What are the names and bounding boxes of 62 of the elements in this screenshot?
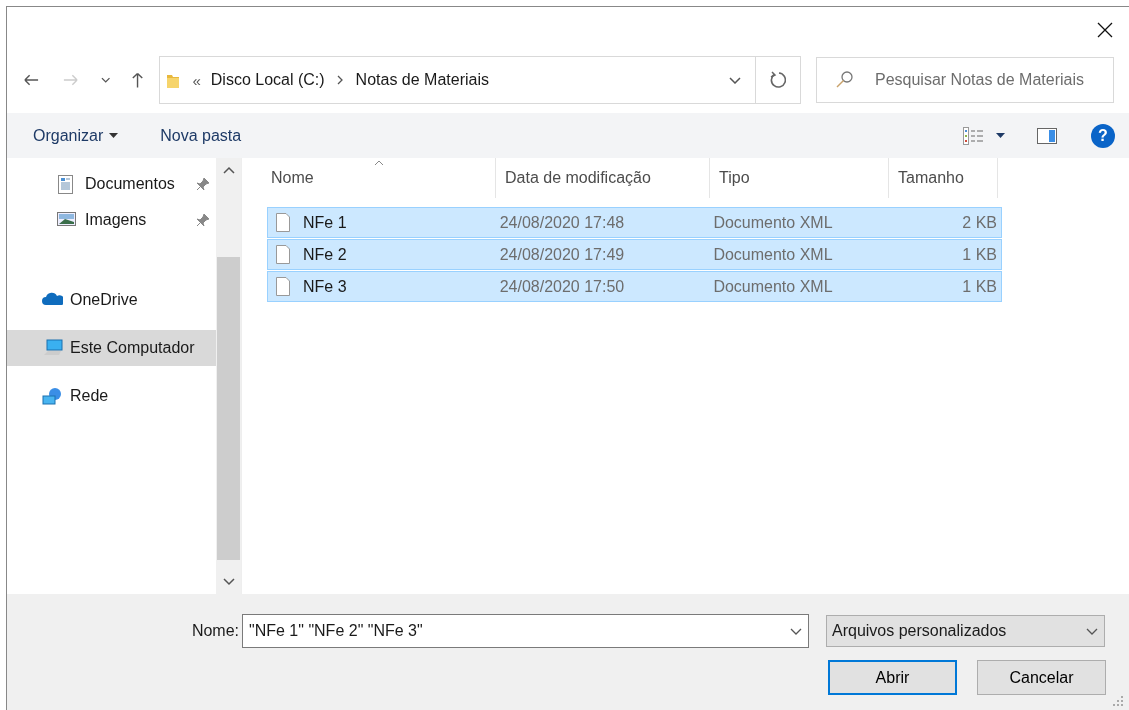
file-date: 24/08/2020 17:48 xyxy=(498,212,626,233)
file-icon xyxy=(276,213,290,232)
file-name: NFe 3 xyxy=(303,277,347,296)
file-type: Documento XML xyxy=(712,212,834,233)
chevron-down-icon[interactable] xyxy=(790,627,802,635)
open-button[interactable]: Abrir xyxy=(828,660,957,695)
file-date: 24/08/2020 17:49 xyxy=(498,244,626,265)
caret-icon xyxy=(109,133,119,138)
file-name: NFe 2 xyxy=(303,245,347,264)
sidebar-item[interactable]: OneDrive xyxy=(7,282,216,318)
file-size: 2 KB xyxy=(961,212,998,233)
scrollbar[interactable] xyxy=(216,158,241,594)
column-header[interactable]: Tipo xyxy=(710,158,889,198)
chevron-down-icon xyxy=(1086,627,1098,635)
file-name: NFe 1 xyxy=(303,213,347,232)
column-header[interactable]: Tamanho xyxy=(889,158,998,198)
breadcrumb-item[interactable]: Disco Local (C:) xyxy=(210,71,325,89)
overflow-chevron[interactable]: « xyxy=(192,71,201,89)
file-size: 1 KB xyxy=(961,244,998,265)
caret-icon[interactable] xyxy=(996,133,1005,138)
file-row[interactable]: NFe 1 24/08/2020 17:48 Documento XML 2 KB xyxy=(267,207,1002,238)
file-icon xyxy=(276,245,290,264)
sidebar-item[interactable]: Este Computador xyxy=(7,330,216,366)
organize-button[interactable]: Organizar xyxy=(33,126,119,145)
computer-icon xyxy=(42,338,63,358)
refresh-icon xyxy=(769,71,787,89)
sidebar-item[interactable]: Rede xyxy=(7,378,216,414)
sidebar-item[interactable]: Documentos xyxy=(7,166,216,202)
column-header[interactable]: Data de modificação xyxy=(496,158,710,198)
search-icon xyxy=(836,71,853,88)
network-icon xyxy=(42,386,63,406)
scrollbar-thumb[interactable] xyxy=(217,257,240,560)
file-date: 24/08/2020 17:50 xyxy=(498,276,626,297)
close-button[interactable] xyxy=(1096,21,1114,39)
file-row[interactable]: NFe 2 24/08/2020 17:49 Documento XML 1 KB xyxy=(267,239,1002,270)
column-header[interactable]: Nome xyxy=(262,158,496,198)
sidebar-item[interactable]: Imagens xyxy=(7,202,216,238)
file-type: Documento XML xyxy=(712,244,834,265)
new-folder-button[interactable]: Nova pasta xyxy=(160,126,242,145)
filename-label: Nome: xyxy=(190,622,240,640)
back-arrow-icon[interactable] xyxy=(23,72,40,88)
file-icon xyxy=(276,277,290,296)
cancel-button[interactable]: Cancelar xyxy=(977,660,1106,695)
refresh-button[interactable] xyxy=(754,56,801,104)
scroll-up-icon[interactable] xyxy=(222,166,235,174)
file-type-dropdown[interactable]: Arquivos personalizados xyxy=(826,615,1105,647)
chevron-down-icon[interactable] xyxy=(728,76,741,84)
scroll-down-icon[interactable] xyxy=(222,578,235,586)
help-button[interactable]: ? xyxy=(1091,123,1115,148)
resize-grip-icon[interactable] xyxy=(1113,696,1123,706)
up-arrow-icon[interactable] xyxy=(130,71,146,89)
search-field[interactable]: Pesquisar Notas de Materiais xyxy=(816,57,1114,103)
address-bar[interactable]: « Disco Local (C:) Notas de Materiais xyxy=(159,56,756,104)
chevron-right-icon[interactable] xyxy=(336,75,344,85)
file-size: 1 KB xyxy=(961,276,998,297)
preview-pane-icon[interactable] xyxy=(1037,127,1057,144)
filename-field[interactable]: "NFe 1" "NFe 2" "NFe 3" xyxy=(242,614,809,648)
file-row[interactable]: NFe 3 24/08/2020 17:50 Documento XML 1 KB xyxy=(267,271,1002,302)
view-list-icon[interactable] xyxy=(963,126,984,145)
file-type: Documento XML xyxy=(712,276,834,297)
chevron-down-icon[interactable] xyxy=(100,77,111,83)
breadcrumb-item[interactable]: Notas de Materiais xyxy=(355,71,489,89)
